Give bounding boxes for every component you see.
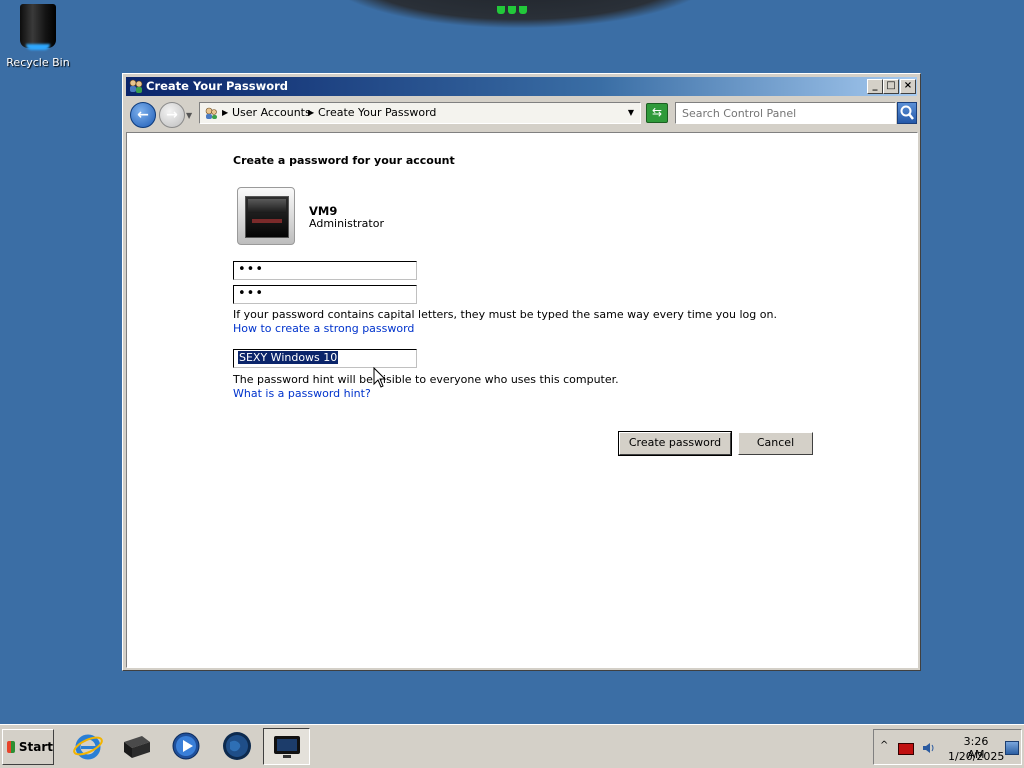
back-arrow-icon: ←	[137, 107, 149, 123]
monitor-icon	[274, 736, 300, 758]
start-button[interactable]: Start	[2, 729, 54, 765]
capital-letters-note: If your password contains capital letter…	[233, 308, 777, 321]
hint-visibility-note: The password hint will be visible to eve…	[233, 373, 619, 386]
desktop-top-decoration	[320, 0, 720, 28]
control-panel-icon	[205, 107, 217, 119]
account-name: VM9	[309, 204, 338, 218]
start-label: Start	[18, 740, 53, 754]
strong-password-link[interactable]: How to create a strong password	[233, 322, 414, 335]
refresh-icon: ⇆	[651, 105, 663, 119]
recent-pages-dropdown-icon[interactable]: ▼	[186, 111, 192, 120]
password-hint-field[interactable]: SEXY Windows 10	[233, 349, 417, 368]
forward-arrow-icon: →	[166, 107, 178, 123]
breadcrumb-separator-icon[interactable]: ▶	[308, 108, 314, 117]
close-icon: ×	[903, 80, 913, 91]
minimize-icon: _	[872, 80, 878, 91]
password-hint-value: SEXY Windows 10	[238, 351, 339, 364]
user-accounts-icon	[129, 79, 143, 93]
search-input[interactable]	[675, 102, 896, 124]
monitor-icon	[245, 196, 289, 238]
account-role: Administrator	[309, 217, 384, 230]
cancel-button[interactable]: Cancel	[738, 432, 813, 455]
minimize-button[interactable]: _	[867, 79, 883, 94]
account-picture	[237, 187, 295, 245]
content-pane: Create a password for your account VM9 A…	[126, 132, 918, 668]
recycle-bin-label: Recycle Bin	[6, 56, 70, 69]
breadcrumb[interactable]: ▶ User Accounts ▶ Create Your Password ▼	[199, 102, 641, 124]
taskbar-active-window[interactable]	[263, 728, 310, 765]
search-icon	[900, 105, 914, 120]
maximize-button[interactable]: □	[883, 79, 899, 94]
clock-date[interactable]: 1/20/2025	[948, 750, 1004, 763]
title-bar[interactable]: Create Your Password _ □ ×	[126, 77, 917, 96]
breadcrumb-separator-icon[interactable]: ▶	[222, 108, 228, 117]
globe-icon[interactable]	[221, 730, 253, 762]
address-dropdown-icon[interactable]: ▼	[628, 108, 634, 117]
confirm-password-field[interactable]: •••	[233, 285, 417, 304]
mouse-pointer-icon	[373, 367, 387, 388]
create-password-window: Create Your Password _ □ × ← → ▼ ▶ User …	[122, 73, 921, 671]
page-heading: Create a password for your account	[233, 154, 455, 167]
speaker-icon[interactable]	[922, 741, 936, 755]
forward-button[interactable]: →	[159, 102, 185, 128]
show-hidden-icons-icon[interactable]: ^	[880, 740, 888, 751]
window-title: Create Your Password	[146, 79, 289, 93]
taskbar: Start ^ 3:26 AM 1/20/2025	[0, 724, 1024, 768]
media-player-icon[interactable]	[170, 730, 202, 762]
recycle-bin-icon	[20, 4, 56, 48]
network-status-icon[interactable]	[898, 743, 914, 755]
new-password-field[interactable]: •••	[233, 261, 417, 280]
refresh-button[interactable]: ⇆	[646, 103, 668, 123]
password-hint-help-link[interactable]: What is a password hint?	[233, 387, 371, 400]
close-button[interactable]: ×	[900, 79, 916, 94]
status-lights	[497, 6, 527, 14]
recycle-bin[interactable]: Recycle Bin	[4, 4, 72, 69]
windows-logo-icon	[7, 741, 15, 753]
back-button[interactable]: ←	[130, 102, 156, 128]
show-desktop-icon[interactable]	[1005, 741, 1019, 755]
breadcrumb-user-accounts[interactable]: User Accounts	[232, 106, 311, 119]
address-bar: ← → ▼ ▶ User Accounts ▶ Create Your Pass…	[126, 98, 917, 130]
breadcrumb-create-your-password[interactable]: Create Your Password	[318, 106, 436, 119]
internet-explorer-icon[interactable]	[72, 730, 104, 762]
system-tray: ^ 3:26 AM 1/20/2025	[873, 729, 1022, 765]
maximize-icon: □	[886, 80, 896, 91]
search-button[interactable]	[897, 102, 917, 124]
server-icon[interactable]	[120, 730, 152, 762]
create-password-button[interactable]: Create password	[618, 431, 732, 456]
